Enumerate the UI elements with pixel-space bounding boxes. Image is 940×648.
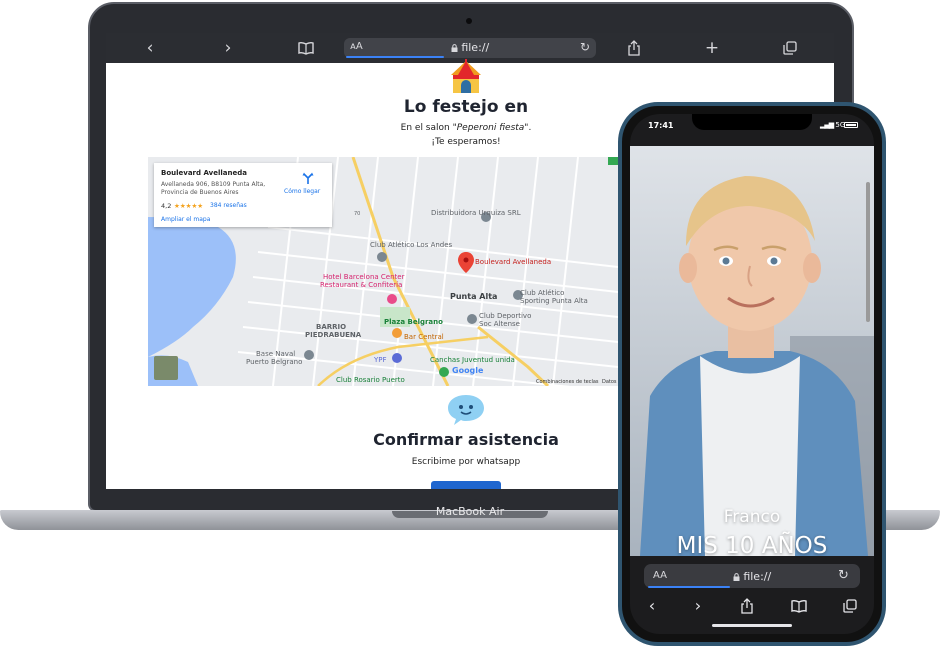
map-label-club-deportivo-line2: Soc Altense (479, 320, 520, 328)
celebrant-name: Franco (723, 507, 781, 527)
venue-description: En el salon "Peperoni fiesta". (316, 123, 616, 133)
phone-load-progress (648, 586, 730, 588)
reviews-link[interactable]: 384 reseñas (210, 202, 247, 209)
map-label-base-naval: Base Naval (256, 350, 296, 358)
hero-photo: Franco MIS 10 AÑOS (630, 146, 874, 556)
phone-tabs-icon[interactable] (838, 596, 862, 616)
map-label-base-naval-line2: Puerto Belgrano (246, 358, 303, 366)
map-data-link[interactable]: Datos (602, 379, 617, 385)
map-label-club-andes: Club Atlético Los Andes (370, 241, 453, 249)
child-portrait-image (630, 146, 874, 556)
share-icon[interactable] (622, 38, 646, 58)
laptop-camera (466, 18, 472, 24)
forward-icon[interactable]: › (216, 38, 240, 58)
map-shortcuts-link[interactable]: Combinaciones de teclas (536, 379, 599, 385)
map-label-barrio: BARRIO (316, 323, 347, 331)
battery-level (846, 124, 856, 126)
map-label-club-sporting-line2: Sporting Punta Alta (520, 297, 588, 305)
map-label-club-sporting: Club Atlético (520, 289, 565, 297)
directions-link[interactable]: Cómo llegar (284, 188, 320, 195)
map-label-hotel: Hotel Barcelona Center (323, 273, 405, 281)
venue-section-title: Lo festejo en (403, 97, 529, 117)
map-label-club-rosario: Club Rosario Puerto (336, 376, 405, 384)
status-time: 17:41 (648, 121, 674, 130)
map-label-distribuidora: Distribuidora Urquiza SRL (431, 209, 521, 217)
place-address: Avellaneda 906, B8109 Punta Alta, Provin… (161, 181, 266, 196)
phone-notch (692, 114, 812, 130)
google-map[interactable]: Distribuidora Urquiza SRL Club Atlético … (148, 157, 618, 386)
laptop-model-label: MacBook Air (435, 505, 505, 518)
phone-book-icon[interactable] (787, 596, 811, 616)
map-label-plaza: Plaza Belgrano (384, 318, 443, 326)
rsvp-subtitle: Escribime por whatsapp (411, 457, 521, 467)
venue-welcome: ¡Te esperamos! (431, 137, 501, 147)
venue-name: "Peperoni fiesta" (452, 123, 529, 133)
map-label-barrio-line2: PIEDRABUENA (305, 331, 362, 339)
page-load-progress (346, 56, 444, 58)
signal-icon: ▂▄▆ 5G (820, 121, 846, 129)
map-label-canchas: Canchas Juventud unida (430, 356, 515, 364)
map-label-club-deportivo: Club Deportivo (479, 312, 532, 320)
enlarge-map-link[interactable]: Ampliar el mapa (161, 216, 210, 223)
map-place-card: Boulevard Avellaneda Avellaneda 906, B81… (154, 163, 332, 227)
tabs-icon[interactable] (778, 38, 802, 58)
venue-prefix: En el salon (400, 123, 453, 133)
phone-forward-icon[interactable]: › (686, 596, 710, 616)
back-icon[interactable]: ‹ (138, 38, 162, 58)
phone-back-icon[interactable]: ‹ (640, 596, 664, 616)
page-scrollbar[interactable] (866, 182, 870, 322)
phone-reload-icon[interactable]: ↻ (838, 568, 849, 583)
phone-url-value: file:// (743, 570, 772, 583)
venue-suffix: . (528, 123, 532, 133)
phone-share-icon[interactable] (735, 596, 759, 616)
map-label-hotel-line2: Restaurant & Confitería (320, 281, 403, 289)
party-venue-icon (451, 59, 481, 93)
battery-icon (844, 122, 858, 128)
home-indicator[interactable] (712, 624, 792, 627)
laptop-url-bar[interactable]: ᴀA file:// ↻ (344, 38, 596, 58)
map-label-route: 70 (354, 211, 361, 217)
place-name: Boulevard Avellaneda (161, 169, 247, 177)
url-value: file:// (461, 41, 490, 54)
phone-url-text: file:// (644, 570, 860, 583)
lock-icon (733, 573, 740, 581)
reload-icon[interactable]: ↻ (580, 40, 590, 54)
directions-icon[interactable] (302, 172, 314, 184)
chat-bubble-icon (448, 395, 484, 425)
phone-screen: 17:41 ▂▄▆ 5G Franco MIS 10 AÑOS AA file:… (630, 114, 874, 634)
google-logo: Google (452, 366, 484, 375)
map-label-punta-alta: Punta Alta (450, 292, 498, 301)
map-label-ypf: YPF (374, 356, 387, 364)
place-rating: 4,2 (161, 202, 172, 210)
birthday-age-title: MIS 10 AÑOS (676, 533, 828, 556)
map-label-boulevard: Boulevard Avellaneda (475, 258, 552, 266)
url-text: file:// (344, 41, 596, 54)
rsvp-title: Confirmar asistencia (373, 430, 559, 449)
map-label-bar: Bar Central (404, 333, 444, 341)
rating-stars-icon: ★★★★★ (174, 202, 204, 210)
lock-icon (451, 44, 458, 52)
book-icon[interactable] (294, 38, 318, 58)
whatsapp-button[interactable] (431, 481, 501, 489)
phone-url-bar[interactable]: AA file:// ↻ (644, 564, 860, 588)
new-tab-icon[interactable]: + (700, 38, 724, 58)
